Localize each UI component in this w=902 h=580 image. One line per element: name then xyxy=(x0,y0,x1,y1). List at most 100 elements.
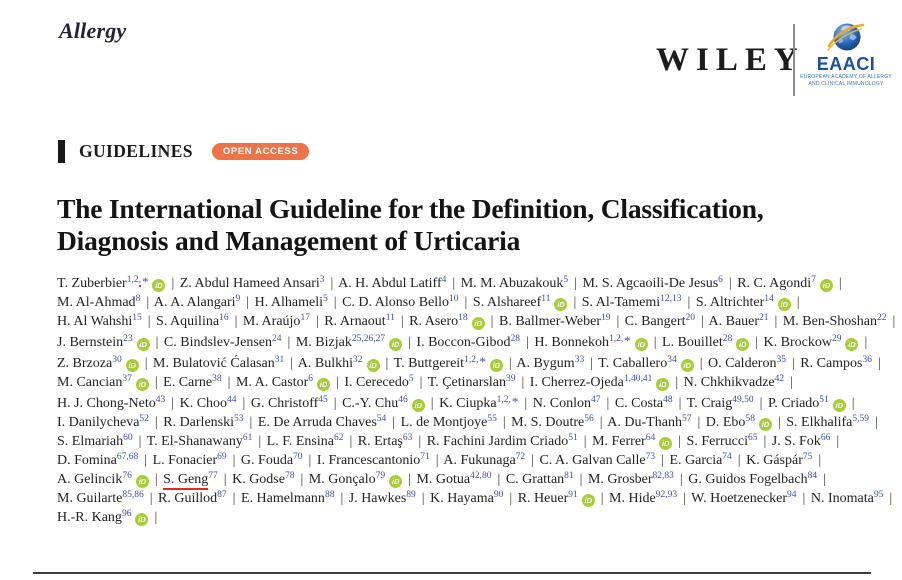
orcid-icon[interactable]: iD xyxy=(759,418,772,431)
eaaci-logo[interactable]: EAACI EUROPEAN ACADEMY OF ALLERGY AND CL… xyxy=(799,20,893,87)
orcid-icon[interactable]: iD xyxy=(833,399,846,412)
author: A. Bygum33| xyxy=(516,356,595,371)
author: M. Ferrer64iD| xyxy=(592,434,683,449)
affiliation-superscript: 6 xyxy=(718,275,723,285)
affiliation-superscript: 81 xyxy=(564,471,574,481)
orcid-icon[interactable]: iD xyxy=(367,359,380,372)
author-name: J. S. Fok xyxy=(772,434,821,449)
orcid-icon[interactable]: iD xyxy=(820,279,833,292)
corresponding-author-star: * xyxy=(142,274,149,289)
affiliation-superscript: 24 xyxy=(272,334,282,344)
affiliation-superscript: 57 xyxy=(682,414,692,424)
affiliation-superscript: 70 xyxy=(293,452,303,462)
orcid-icon[interactable]: iD xyxy=(681,359,694,372)
author: K. Godse78| xyxy=(232,472,305,487)
affiliation-superscript: 48 xyxy=(663,395,673,405)
orcid-icon[interactable]: iD xyxy=(389,338,402,351)
orcid-icon[interactable]: iD xyxy=(472,317,485,330)
author-name: J. Bernstein xyxy=(57,335,123,350)
author-name: R. Heuer xyxy=(518,491,569,506)
orcid-icon[interactable]: iD xyxy=(659,437,672,450)
affiliation-superscript: 62 xyxy=(334,433,344,443)
author-name: S. Aquilina xyxy=(156,314,219,329)
author-name: G. Guidos Fogelbach xyxy=(688,472,807,487)
author-name: C. D. Alonso Bello xyxy=(342,295,449,310)
orcid-icon[interactable]: iD xyxy=(317,378,330,391)
wiley-logo[interactable]: WILEY xyxy=(656,42,805,79)
affiliation-superscript: 71 xyxy=(420,452,430,462)
author: E. Hamelmann88| xyxy=(241,491,345,506)
orcid-icon[interactable]: iD xyxy=(412,399,425,412)
author-separator: | xyxy=(246,295,249,310)
author: I. Danilycheva52| xyxy=(57,415,160,430)
superscript-comma: , xyxy=(139,275,141,287)
orcid-icon[interactable]: iD xyxy=(635,338,648,351)
orcid-icon[interactable]: iD xyxy=(135,513,148,526)
author: E. Garcia74| xyxy=(669,453,742,468)
author-separator: | xyxy=(839,276,842,291)
author-name: L. de Montjoye xyxy=(401,415,488,430)
orcid-icon[interactable]: iD xyxy=(656,378,669,391)
affiliation-superscript: 47 xyxy=(591,395,601,405)
author-name: T. Craig xyxy=(687,396,733,411)
affiliation-superscript: 8 xyxy=(136,294,141,304)
author-separator: | xyxy=(392,415,395,430)
author-name: L. F. Ensina xyxy=(267,434,334,449)
affiliation-superscript: 74 xyxy=(722,452,732,462)
author-separator: | xyxy=(465,295,468,310)
author-name: M. Grosber xyxy=(588,472,653,487)
eaaci-wordmark: EAACI xyxy=(799,55,893,73)
affiliation-superscript: 85,86 xyxy=(122,490,143,500)
author: L. Fonacier69| xyxy=(153,453,238,468)
affiliation-superscript: 10 xyxy=(449,294,459,304)
author-separator: | xyxy=(573,295,576,310)
author-separator: | xyxy=(340,491,343,506)
orcid-icon[interactable]: iD xyxy=(137,338,150,351)
author-name: R. Asero xyxy=(409,314,458,329)
author-separator: | xyxy=(233,491,236,506)
orcid-icon[interactable]: iD xyxy=(136,475,149,488)
corresponding-author-star: * xyxy=(624,333,631,348)
author-separator: | xyxy=(680,472,683,487)
author-name: I. Francescantonio xyxy=(317,453,420,468)
orcid-icon[interactable]: iD xyxy=(126,359,139,372)
author-name: M. Al-Ahmad xyxy=(57,295,136,310)
eaaci-tagline-line2: AND CLINICAL IMMUNOLOGY xyxy=(799,81,893,87)
author-separator: | xyxy=(790,375,793,390)
orcid-icon[interactable]: iD xyxy=(554,298,567,311)
author: M. S. Agcaoili-De Jesus6| xyxy=(582,276,733,291)
orcid-icon[interactable]: iD xyxy=(582,494,595,507)
affiliation-superscript: 75 xyxy=(803,452,813,462)
affiliation-superscript: 44 xyxy=(227,395,237,405)
author-separator: | xyxy=(418,434,421,449)
orcid-icon[interactable]: iD xyxy=(736,338,749,351)
affiliation-superscript: 91 xyxy=(568,490,578,500)
author: R. Guillod87| xyxy=(158,491,237,506)
author-list: T. Zuberbier1,2,*iD| Z. Abdul Hameed Ans… xyxy=(57,272,899,527)
orcid-icon[interactable]: iD xyxy=(136,378,149,391)
author-separator: | xyxy=(498,472,501,487)
author-name: K. Godse xyxy=(232,472,285,487)
superscript-comma: , xyxy=(476,355,478,365)
orcid-icon[interactable]: iD xyxy=(845,338,858,351)
author: C. Costa48| xyxy=(615,396,684,411)
author-name: K. Ciupka xyxy=(439,396,497,411)
author-separator: | xyxy=(892,314,895,329)
author-separator: | xyxy=(300,472,303,487)
author: R. Campos36| xyxy=(800,356,883,371)
author-name: K. Choo xyxy=(180,396,227,411)
orcid-icon[interactable]: iD xyxy=(778,298,791,311)
orcid-icon[interactable]: iD xyxy=(389,475,402,488)
affiliation-superscript: 38 xyxy=(212,374,222,384)
affiliation-superscript: 7 xyxy=(811,275,816,285)
author-name: R. Arnaout xyxy=(324,314,385,329)
affiliation-superscript: 28 xyxy=(511,334,521,344)
orcid-icon[interactable]: iD xyxy=(490,359,503,372)
affiliation-superscript: 20 xyxy=(685,313,695,323)
section-divider-rule xyxy=(33,572,871,574)
affiliation-superscript: 87 xyxy=(217,490,227,500)
author: M. Grosber82,83| xyxy=(588,472,685,487)
author-name: C. Bangert xyxy=(625,314,686,329)
author: A. Gelincik76iD| xyxy=(57,472,160,487)
orcid-icon[interactable]: iD xyxy=(152,279,165,292)
